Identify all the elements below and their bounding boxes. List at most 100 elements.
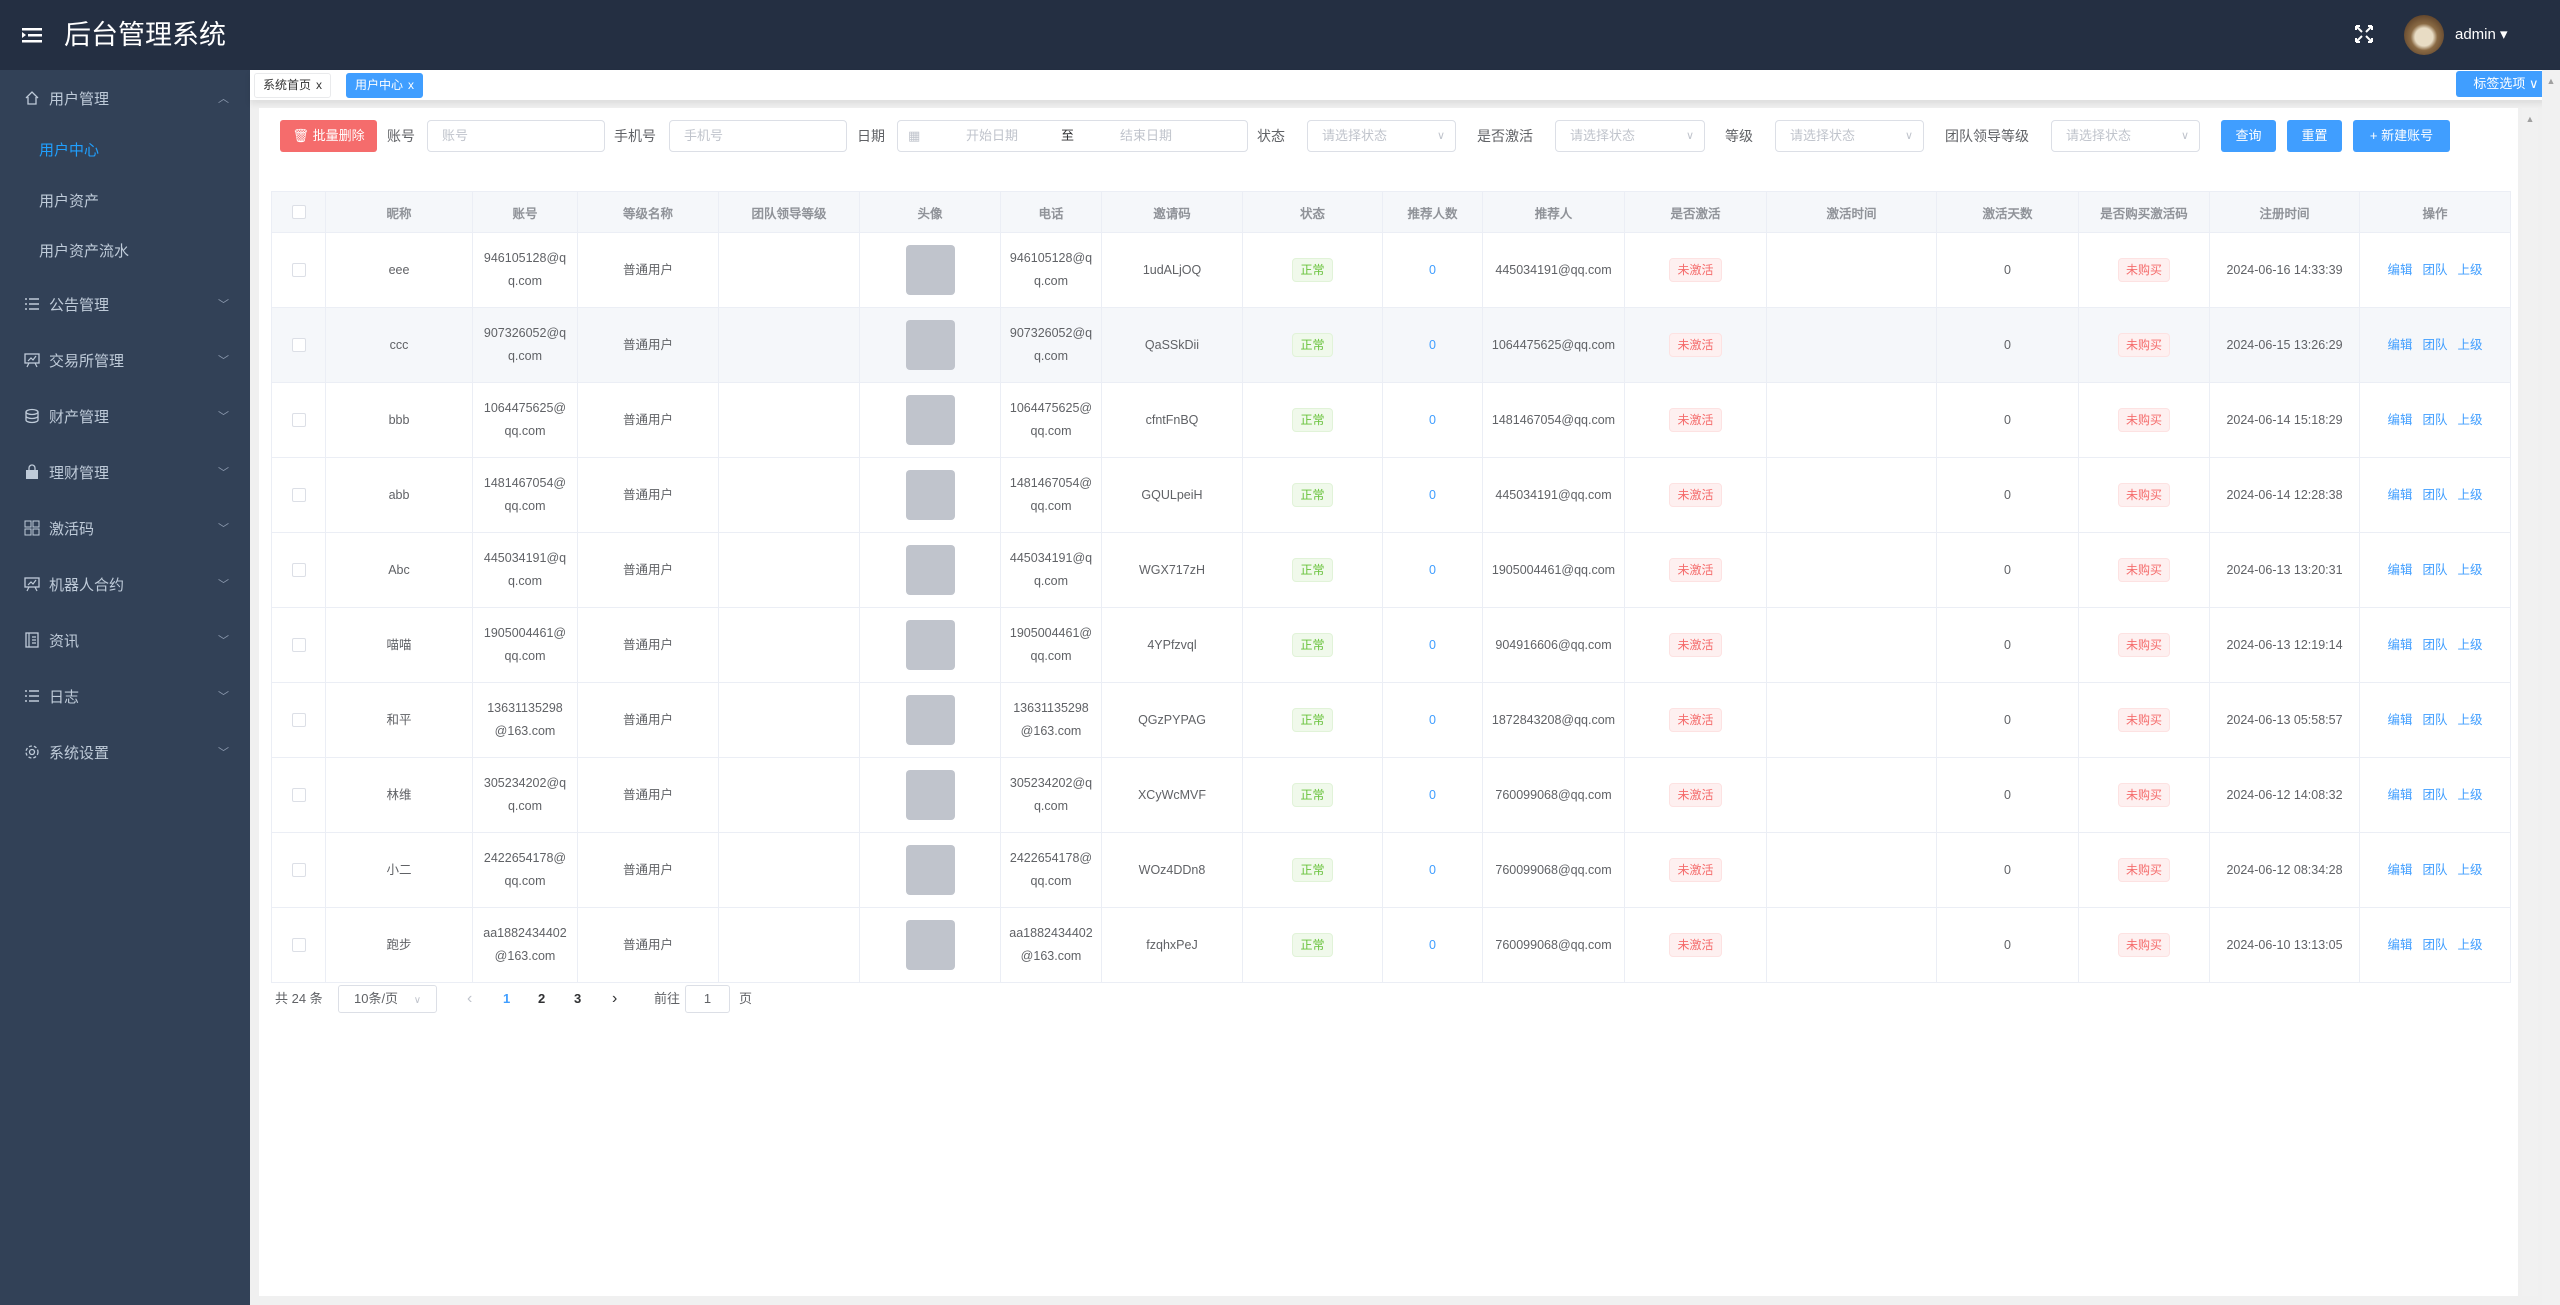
hamburger-icon[interactable]: [22, 26, 42, 44]
row-checkbox[interactable]: [291, 563, 306, 578]
team-level-select[interactable]: 请选择状态 ∨: [2051, 120, 2200, 152]
row-select[interactable]: [271, 832, 326, 908]
table-row[interactable]: 林维 305234202@qq.com 普通用户 305234202@qq.co…: [271, 757, 2511, 833]
team-link[interactable]: 团队: [2422, 788, 2447, 802]
row-checkbox[interactable]: [291, 863, 306, 878]
row-checkbox[interactable]: [291, 638, 306, 653]
avatar-image[interactable]: [905, 770, 955, 820]
edit-link[interactable]: 编辑: [2387, 563, 2412, 577]
table-row[interactable]: 喵喵 1905004461@qq.com 普通用户 1905004461@qq.…: [271, 607, 2511, 683]
user-menu[interactable]: admin ▾: [2455, 25, 2508, 43]
date-end-input[interactable]: 结束日期: [1120, 121, 1172, 151]
referral-count-link[interactable]: 0: [1429, 413, 1436, 427]
sidebar-item-7[interactable]: 资讯 ﹀: [0, 612, 250, 668]
referral-count-link[interactable]: 0: [1429, 263, 1436, 277]
avatar-image[interactable]: [905, 395, 955, 445]
table-row[interactable]: 跑步 aa1882434402@163.com 普通用户 aa188243440…: [271, 907, 2511, 983]
superior-link[interactable]: 上级: [2458, 938, 2483, 952]
sidebar-item-1[interactable]: 公告管理 ﹀: [0, 276, 250, 332]
superior-link[interactable]: 上级: [2458, 638, 2483, 652]
avatar-image[interactable]: [905, 920, 955, 970]
sidebar-item-6[interactable]: 机器人合约 ﹀: [0, 556, 250, 612]
superior-link[interactable]: 上级: [2458, 338, 2483, 352]
team-link[interactable]: 团队: [2422, 263, 2447, 277]
referral-count-link[interactable]: 0: [1429, 938, 1436, 952]
team-link[interactable]: 团队: [2422, 938, 2447, 952]
table-row[interactable]: abb 1481467054@qq.com 普通用户 1481467054@qq…: [271, 457, 2511, 533]
next-page-button[interactable]: ›: [612, 985, 617, 1013]
sidebar-item-9[interactable]: 系统设置 ﹀: [0, 724, 250, 780]
avatar-image[interactable]: [905, 695, 955, 745]
avatar-image[interactable]: [905, 545, 955, 595]
row-checkbox[interactable]: [291, 488, 306, 503]
close-icon[interactable]: x: [408, 78, 414, 92]
close-icon[interactable]: x: [316, 78, 322, 92]
referral-count-link[interactable]: 0: [1429, 638, 1436, 652]
superior-link[interactable]: 上级: [2458, 713, 2483, 727]
row-checkbox[interactable]: [291, 788, 306, 803]
goto-page-input[interactable]: 1: [685, 985, 730, 1013]
row-select[interactable]: [271, 907, 326, 983]
referral-count-link[interactable]: 0: [1429, 488, 1436, 502]
activated-select[interactable]: 请选择状态 ∨: [1555, 120, 1705, 152]
team-link[interactable]: 团队: [2422, 488, 2447, 502]
edit-link[interactable]: 编辑: [2387, 413, 2412, 427]
create-account-button[interactable]: + 新建账号: [2353, 120, 2450, 152]
table-row[interactable]: 小二 2422654178@qq.com 普通用户 2422654178@qq.…: [271, 832, 2511, 908]
content-scrollbar[interactable]: ▲: [2522, 108, 2538, 1296]
row-select[interactable]: [271, 682, 326, 758]
table-row[interactable]: bbb 1064475625@qq.com 普通用户 1064475625@qq…: [271, 382, 2511, 458]
avatar[interactable]: [2404, 15, 2444, 55]
edit-link[interactable]: 编辑: [2387, 788, 2412, 802]
fullscreen-icon[interactable]: [2354, 24, 2374, 44]
page-1[interactable]: 1: [503, 985, 510, 1013]
team-link[interactable]: 团队: [2422, 563, 2447, 577]
sidebar-item-user-asset-flow[interactable]: 用户资产流水: [0, 225, 250, 275]
referral-count-link[interactable]: 0: [1429, 338, 1436, 352]
avatar-image[interactable]: [905, 845, 955, 895]
superior-link[interactable]: 上级: [2458, 563, 2483, 577]
superior-link[interactable]: 上级: [2458, 413, 2483, 427]
sidebar-item-user-center[interactable]: 用户中心: [0, 124, 250, 174]
edit-link[interactable]: 编辑: [2387, 488, 2412, 502]
row-checkbox[interactable]: [291, 338, 306, 353]
superior-link[interactable]: 上级: [2458, 263, 2483, 277]
row-select[interactable]: [271, 457, 326, 533]
referral-count-link[interactable]: 0: [1429, 788, 1436, 802]
sidebar-item-8[interactable]: 日志 ﹀: [0, 668, 250, 724]
date-start-input[interactable]: 开始日期: [966, 121, 1018, 151]
team-link[interactable]: 团队: [2422, 338, 2447, 352]
referral-count-link[interactable]: 0: [1429, 713, 1436, 727]
table-row[interactable]: 和平 13631135298@163.com 普通用户 13631135298@…: [271, 682, 2511, 758]
team-link[interactable]: 团队: [2422, 638, 2447, 652]
superior-link[interactable]: 上级: [2458, 788, 2483, 802]
edit-link[interactable]: 编辑: [2387, 638, 2412, 652]
row-select[interactable]: [271, 607, 326, 683]
row-select[interactable]: [271, 757, 326, 833]
sidebar-item-user-assets[interactable]: 用户资产: [0, 175, 250, 225]
edit-link[interactable]: 编辑: [2387, 713, 2412, 727]
prev-page-button[interactable]: ‹: [467, 985, 472, 1013]
row-select[interactable]: [271, 307, 326, 383]
sidebar-item-2[interactable]: 交易所管理 ﹀: [0, 332, 250, 388]
table-row[interactable]: Abc 445034191@qq.com 普通用户 445034191@qq.c…: [271, 532, 2511, 608]
tag-options-button[interactable]: 标签选项 ∨: [2456, 71, 2556, 97]
account-input[interactable]: 账号: [427, 120, 605, 152]
edit-link[interactable]: 编辑: [2387, 863, 2412, 877]
select-all-checkbox[interactable]: [291, 205, 306, 220]
batch-delete-button[interactable]: 🗑 批量删除: [280, 120, 377, 152]
page-size-select[interactable]: 10条/页 ∨: [338, 985, 437, 1013]
phone-input[interactable]: 手机号: [669, 120, 847, 152]
tab-home[interactable]: 系统首页 x: [254, 73, 332, 98]
query-button[interactable]: 查询: [2221, 120, 2276, 152]
row-checkbox[interactable]: [291, 938, 306, 953]
edit-link[interactable]: 编辑: [2387, 938, 2412, 952]
avatar-image[interactable]: [905, 620, 955, 670]
sidebar-item-5[interactable]: 激活码 ﹀: [0, 500, 250, 556]
tab-user-center[interactable]: 用户中心 x: [346, 73, 424, 98]
row-select[interactable]: [271, 382, 326, 458]
row-checkbox[interactable]: [291, 263, 306, 278]
referral-count-link[interactable]: 0: [1429, 563, 1436, 577]
superior-link[interactable]: 上级: [2458, 488, 2483, 502]
superior-link[interactable]: 上级: [2458, 863, 2483, 877]
